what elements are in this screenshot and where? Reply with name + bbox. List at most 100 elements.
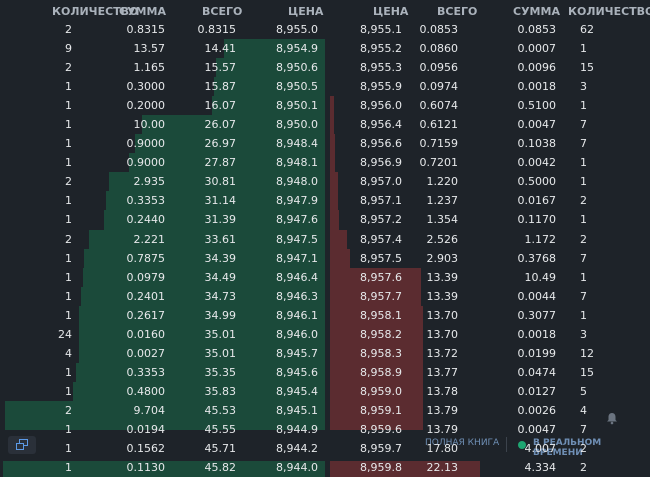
- ask-qty: 4: [580, 403, 587, 417]
- bid-qty: 1: [65, 308, 72, 322]
- ask-sum: 0.0047: [517, 118, 557, 132]
- bid-row[interactable]: 1 0.9000 26.97 8,948.4: [0, 134, 328, 154]
- ask-row[interactable]: 8,956.4 0.6121 0.0047 7: [330, 115, 650, 135]
- ask-price: 8,958.3: [360, 346, 402, 360]
- bell-icon[interactable]: [606, 412, 618, 425]
- ask-row[interactable]: 8,959.1 13.79 0.0026 4: [330, 400, 650, 420]
- ask-price: 8,956.4: [360, 118, 402, 132]
- bid-qty: 1: [65, 137, 72, 151]
- bid-sum: 0.3353: [126, 194, 166, 208]
- ask-sum: 0.5000: [517, 175, 557, 189]
- bid-row[interactable]: 1 0.4800 35.83 8,945.4: [0, 381, 328, 401]
- ask-row[interactable]: 8,959.0 13.78 0.0127 5: [330, 381, 650, 401]
- ask-depth-bar: [330, 96, 335, 116]
- ask-depth-bar: [330, 172, 339, 192]
- ask-row[interactable]: 8,957.4 2.526 1.172 2: [330, 229, 650, 249]
- bid-total: 34.73: [204, 289, 237, 303]
- bid-row[interactable]: 2 2.221 33.61 8,947.5: [0, 229, 328, 249]
- ask-row[interactable]: 8,957.1 1.237 0.0167 2: [330, 191, 650, 211]
- layout-button[interactable]: [8, 436, 36, 454]
- ask-row[interactable]: 8,955.3 0.0956 0.0096 15: [330, 58, 650, 77]
- ask-row[interactable]: 8,957.2 1.354 0.1170 1: [330, 210, 650, 230]
- ask-qty: 2: [580, 442, 587, 456]
- bid-qty: 4: [65, 346, 72, 360]
- ask-row[interactable]: 8,956.6 0.7159 0.1038 7: [330, 134, 650, 154]
- ask-total: 13.70: [426, 327, 459, 341]
- bid-sum: 2.221: [133, 232, 166, 246]
- ask-row[interactable]: 8,957.0 1.220 0.5000 1: [330, 172, 650, 192]
- ask-price: 8,957.6: [360, 270, 402, 284]
- ask-sum: 0.0044: [517, 289, 557, 303]
- asks-header-qty: КОЛИЧЕСТВО: [568, 5, 650, 18]
- bid-qty: 1: [65, 80, 72, 94]
- ask-row[interactable]: 8,955.1 0.0853 0.0853 62: [330, 20, 650, 39]
- ask-price: 8,959.1: [360, 403, 402, 417]
- bid-qty: 2: [65, 61, 72, 75]
- ask-row[interactable]: 8,955.2 0.0860 0.0007 1: [330, 39, 650, 58]
- bid-row[interactable]: 9 13.57 14.41 8,954.9: [0, 39, 328, 59]
- bid-total: 35.01: [204, 327, 237, 341]
- bid-row[interactable]: 1 0.3353 31.14 8,947.9: [0, 191, 328, 211]
- ask-row[interactable]: 8,958.2 13.70 0.0018 3: [330, 324, 650, 344]
- bid-sum: 0.2440: [126, 213, 166, 227]
- bid-row[interactable]: 1 10.00 26.07 8,950.0: [0, 115, 328, 135]
- bid-row[interactable]: 4 0.0027 35.01 8,945.7: [0, 343, 328, 363]
- bid-sum: 0.2401: [126, 289, 166, 303]
- bid-total: 0.8315: [197, 23, 237, 36]
- ask-qty: 3: [580, 327, 587, 341]
- ask-row[interactable]: 8,955.9 0.0974 0.0018 3: [330, 77, 650, 96]
- ask-depth-bar: [330, 191, 339, 211]
- ask-price: 8,959.0: [360, 384, 402, 398]
- bid-row[interactable]: 1 0.0979 34.49 8,946.4: [0, 267, 328, 287]
- ask-qty: 2: [580, 194, 587, 208]
- ask-row[interactable]: 8,957.5 2.903 0.3768 7: [330, 248, 650, 268]
- bid-sum: 0.8315: [126, 23, 166, 36]
- bid-qty: 1: [65, 213, 72, 227]
- bid-total: 45.71: [204, 442, 237, 456]
- bid-sum: 0.0027: [126, 346, 166, 360]
- bid-row[interactable]: 2 1.165 15.57 8,950.6: [0, 58, 328, 78]
- bid-total: 26.97: [204, 137, 237, 151]
- ask-row[interactable]: 8,957.7 13.39 0.0044 7: [330, 286, 650, 306]
- bid-row[interactable]: 1 0.2440 31.39 8,947.6: [0, 210, 328, 230]
- bid-sum: 0.9000: [126, 156, 166, 170]
- ask-row[interactable]: 8,958.9 13.77 0.0474 15: [330, 362, 650, 382]
- ask-row[interactable]: 8,958.1 13.70 0.3077 1: [330, 305, 650, 325]
- ask-total: 1.354: [426, 213, 459, 227]
- ask-price: 8,959.7: [360, 442, 402, 456]
- ask-sum: 4.007: [524, 442, 557, 456]
- bid-price: 8,947.5: [276, 232, 318, 246]
- bid-row[interactable]: 1 0.7875 34.39 8,947.1: [0, 248, 328, 268]
- bid-qty: 1: [65, 194, 72, 208]
- bid-row[interactable]: 2 2.935 30.81 8,948.0: [0, 172, 328, 192]
- ask-row[interactable]: 8,956.0 0.6074 0.5100 1: [330, 96, 650, 116]
- bid-total: 34.99: [204, 308, 237, 322]
- bid-qty: 2: [65, 403, 72, 417]
- bid-row[interactable]: 24 0.0160 35.01 8,946.0: [0, 324, 328, 344]
- bid-row[interactable]: 1 0.2617 34.99 8,946.1: [0, 305, 328, 325]
- ask-qty: 7: [580, 251, 587, 265]
- bid-row[interactable]: 2 0.8315 0.8315 8,955.0: [0, 20, 328, 39]
- bid-sum: 0.7875: [126, 251, 166, 265]
- bid-row[interactable]: 1 0.2000 16.07 8,950.1: [0, 96, 328, 116]
- asks-side: ЦЕНА ВСЕГО СУММА КОЛИЧЕСТВО 8,955.1 0.085…: [330, 0, 650, 477]
- bid-price: 8,946.4: [276, 270, 318, 284]
- bid-row[interactable]: 1 0.9000 27.87 8,948.1: [0, 153, 328, 173]
- ask-sum: 0.3077: [517, 308, 557, 322]
- ask-total: 2.526: [426, 232, 459, 246]
- ask-price: 8,958.2: [360, 327, 402, 341]
- ask-depth-bar: [330, 210, 340, 230]
- bid-row[interactable]: 1 0.3000 15.87 8,950.5: [0, 77, 328, 97]
- bid-total: 31.39: [204, 213, 237, 227]
- ask-total: 0.0853: [419, 23, 459, 36]
- ask-row[interactable]: 8,956.9 0.7201 0.0042 1: [330, 153, 650, 173]
- ask-qty: 1: [580, 308, 587, 322]
- ask-sum: 0.0199: [517, 346, 557, 360]
- bid-row[interactable]: 1 0.2401 34.73 8,946.3: [0, 286, 328, 306]
- bid-qty: 1: [65, 118, 72, 132]
- bid-row[interactable]: 2 9.704 45.53 8,945.1: [0, 400, 328, 420]
- ask-row[interactable]: 8,957.6 13.39 10.49 1: [330, 267, 650, 287]
- bid-row[interactable]: 1 0.3353 35.35 8,945.6: [0, 362, 328, 382]
- ask-total: 0.7201: [419, 156, 459, 170]
- ask-row[interactable]: 8,958.3 13.72 0.0199 12: [330, 343, 650, 363]
